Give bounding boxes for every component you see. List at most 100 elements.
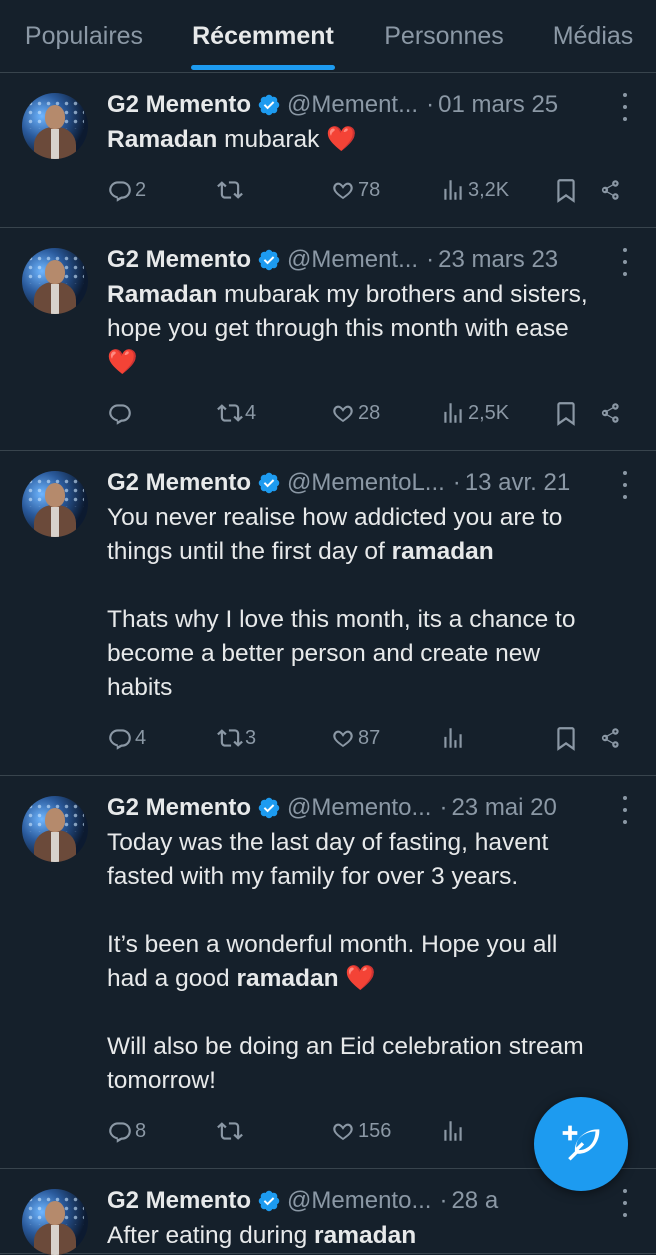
tab-label: Personnes [384, 21, 504, 50]
tweet-actions: 2 78 3,2K [107, 157, 634, 227]
avatar[interactable] [22, 93, 88, 159]
views-chart-icon [444, 728, 462, 748]
views-button[interactable]: 2,5K [440, 398, 509, 428]
like-button[interactable]: 87 [330, 723, 380, 753]
retweet-button[interactable] [217, 1116, 245, 1146]
share-icon [601, 403, 619, 423]
text-segment: Will also be doing an Eid celebration st… [107, 1033, 584, 1094]
share-icon [601, 728, 619, 748]
author-handle: @Mement... [287, 91, 419, 118]
separator-dot: · [452, 469, 461, 496]
retweet-button[interactable]: 3 [217, 723, 256, 753]
like-button[interactable]: 28 [330, 398, 380, 428]
retweet-icon [217, 404, 243, 422]
reply-button[interactable]: 2 [107, 175, 146, 205]
tweet-text: Today was the last day of fasting, haven… [107, 826, 634, 1098]
retweet-icon [217, 181, 243, 199]
bookmark-button[interactable] [553, 723, 579, 753]
views-chart-icon [444, 180, 462, 200]
verified-badge-icon [258, 94, 280, 116]
like-count: 28 [358, 401, 381, 424]
retweet-icon [217, 729, 243, 747]
reply-button[interactable]: 4 [107, 723, 146, 753]
tab-medias[interactable]: Médias [530, 0, 656, 72]
reply-icon [109, 404, 131, 425]
reply-count: 4 [135, 726, 147, 749]
more-options-icon[interactable] [620, 1189, 630, 1217]
reply-icon [109, 1122, 131, 1143]
tweet[interactable]: G2 Memento @Mement... · 01 mars 25 Ramadan m… [0, 73, 656, 228]
like-count: 156 [358, 1119, 392, 1142]
views-button[interactable] [440, 723, 468, 753]
text-segment: Today was the last day of fasting, haven… [107, 829, 549, 890]
tab-populaires[interactable]: Populaires [0, 0, 168, 72]
avatar[interactable] [22, 796, 88, 862]
text-segment: You never realise how addicted you are t… [107, 504, 563, 565]
bookmark-icon [557, 727, 575, 751]
tweet-date[interactable]: 01 mars 25 [438, 91, 558, 119]
tweet-actions: 4 28 2,5K [107, 380, 634, 450]
more-options-icon[interactable] [620, 796, 630, 824]
tweet-date[interactable]: 23 mai 20 [451, 794, 556, 822]
share-button[interactable] [597, 398, 623, 428]
bookmark-button[interactable] [553, 175, 579, 205]
more-options-icon[interactable] [620, 248, 630, 276]
tab-label: Populaires [24, 21, 144, 50]
more-options-icon[interactable] [620, 93, 630, 121]
tweet-text: Ramadan mubarak ❤️ [107, 123, 634, 157]
reply-button[interactable] [107, 398, 135, 428]
author-handle: @MementoL... [287, 469, 445, 496]
heart-icon [333, 405, 353, 423]
tweet-actions: 4 3 87 [107, 705, 634, 775]
avatar[interactable] [22, 1189, 88, 1255]
share-icon [601, 180, 619, 200]
views-chart-icon [444, 1121, 462, 1141]
highlighted-keyword: Ramadan [107, 126, 218, 153]
author-name[interactable]: G2 Memento [107, 91, 251, 119]
tweet-text: After eating during ramadan [107, 1219, 634, 1253]
more-options-icon[interactable] [620, 471, 630, 499]
tweet-header: G2 Memento @Mement... · 01 mars 25 [107, 87, 634, 123]
text-segment: Thats why I love this month, its a chanc… [107, 606, 576, 701]
views-button[interactable] [440, 1116, 468, 1146]
tweet[interactable]: G2 Memento @Mement... · 23 mars 23 Ramadan m… [0, 228, 656, 451]
tweet-feed: G2 Memento @Mement... · 01 mars 25 Ramadan m… [0, 73, 656, 1255]
tweet-date[interactable]: 28 a [451, 1187, 498, 1215]
tweet-date[interactable]: 23 mars 23 [438, 246, 558, 274]
author-name[interactable]: G2 Memento [107, 469, 251, 497]
share-button[interactable] [597, 175, 623, 205]
avatar[interactable] [22, 248, 88, 314]
retweet-button[interactable] [217, 175, 245, 205]
bookmark-button[interactable] [553, 398, 579, 428]
text-segment: After eating during [107, 1222, 315, 1249]
tweet-date[interactable]: 13 avr. 21 [465, 469, 570, 497]
tab-recemment[interactable]: Récemment [168, 0, 358, 72]
tweet-header: G2 Memento @Memento... · 23 mai 20 [107, 790, 634, 826]
author-name[interactable]: G2 Memento [107, 1187, 251, 1215]
separator-dot: · [426, 91, 435, 118]
separator-dot: · [426, 246, 435, 273]
highlighted-keyword: ramadan [391, 538, 494, 565]
bookmark-icon [557, 402, 575, 426]
like-button[interactable]: 156 [330, 1116, 391, 1146]
reply-count: 2 [135, 178, 147, 201]
like-count: 87 [358, 726, 381, 749]
verified-badge-icon [258, 472, 280, 494]
author-name[interactable]: G2 Memento [107, 246, 251, 274]
avatar[interactable] [22, 471, 88, 537]
like-count: 78 [358, 178, 381, 201]
highlighted-keyword: ramadan [314, 1222, 417, 1249]
compose-button[interactable] [534, 1097, 628, 1191]
share-button[interactable] [597, 723, 623, 753]
reply-button[interactable]: 8 [107, 1116, 146, 1146]
tweet-header: G2 Memento @MementoL... · 13 avr. 21 [107, 465, 634, 501]
heart-icon [333, 182, 353, 200]
author-name[interactable]: G2 Memento [107, 794, 251, 822]
reply-icon [109, 181, 131, 202]
tab-personnes[interactable]: Personnes [358, 0, 530, 72]
like-button[interactable]: 78 [330, 175, 380, 205]
views-button[interactable]: 3,2K [440, 175, 509, 205]
verified-badge-icon [258, 797, 280, 819]
retweet-button[interactable]: 4 [217, 398, 256, 428]
tweet[interactable]: G2 Memento @MementoL... · 13 avr. 21 You nev… [0, 451, 656, 776]
